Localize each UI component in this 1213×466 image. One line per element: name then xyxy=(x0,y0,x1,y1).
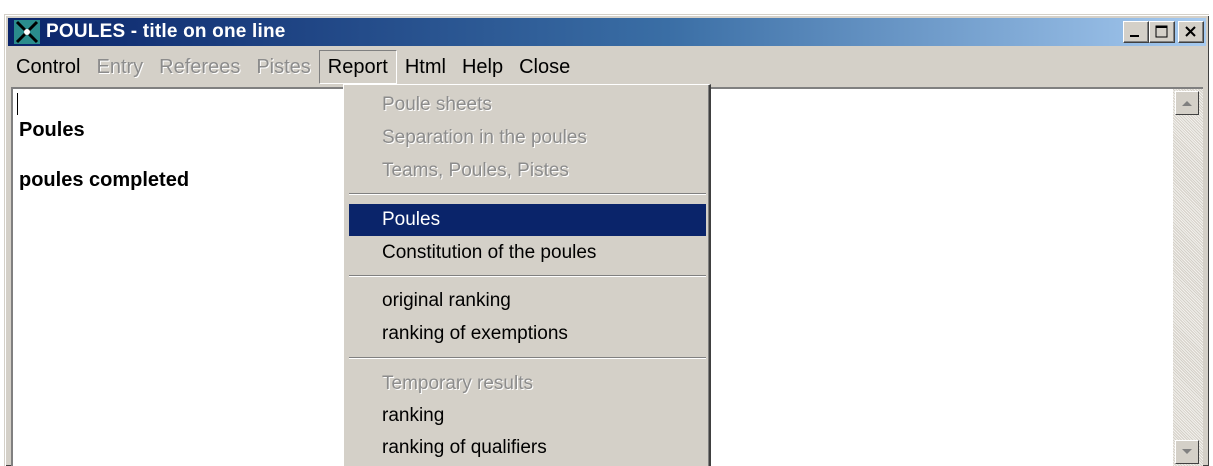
title-bar[interactable]: POULES - title on one line xyxy=(8,18,1206,46)
window-title: POULES - title on one line xyxy=(46,21,286,42)
menu-bar: Control Entry Referees Pistes Report Htm… xyxy=(8,49,1206,85)
menu-item-teams-poules-pistes[interactable]: Teams, Poules, Pistes xyxy=(349,155,706,187)
menu-separator xyxy=(349,275,706,277)
maximize-button[interactable] xyxy=(1149,21,1175,43)
menu-item-temporary-results[interactable]: Temporary results xyxy=(349,368,706,400)
content-heading: Poules xyxy=(19,119,85,141)
menu-item-separation-in-the-poules[interactable]: Separation in the poules xyxy=(349,122,706,154)
menu-separator xyxy=(349,357,706,359)
caption-buttons xyxy=(1123,21,1204,43)
text-cursor xyxy=(17,93,18,115)
report-dropdown-menu: Poule sheets Separation in the poules Te… xyxy=(343,84,711,466)
menu-item-ranking-of-exemptions[interactable]: ranking of exemptions xyxy=(349,318,706,350)
menu-close[interactable]: Close xyxy=(511,51,578,83)
menu-item-constitution-of-the-poules[interactable]: Constitution of the poules xyxy=(349,237,706,269)
menu-report[interactable]: Report xyxy=(318,50,397,84)
menu-entry[interactable]: Entry xyxy=(88,51,151,83)
menu-separator xyxy=(349,193,706,195)
menu-pistes[interactable]: Pistes xyxy=(248,51,318,83)
minimize-button[interactable] xyxy=(1123,21,1149,43)
menu-help[interactable]: Help xyxy=(454,51,511,83)
close-button[interactable] xyxy=(1178,21,1204,43)
maximize-icon xyxy=(1155,25,1168,38)
menu-item-ranking[interactable]: ranking xyxy=(349,400,706,432)
scroll-down-button[interactable] xyxy=(1175,440,1199,464)
vertical-scrollbar[interactable] xyxy=(1173,89,1203,466)
menu-referees[interactable]: Referees xyxy=(151,51,248,83)
minimize-icon xyxy=(1130,35,1139,37)
menu-html[interactable]: Html xyxy=(397,51,454,83)
close-icon xyxy=(1185,26,1196,37)
arrow-down-icon xyxy=(1182,449,1192,454)
content-status: poules completed xyxy=(19,169,190,191)
menu-item-ranking-of-qualifiers[interactable]: ranking of qualifiers xyxy=(349,432,706,464)
fencing-icon[interactable] xyxy=(12,19,42,45)
scroll-up-button[interactable] xyxy=(1175,91,1199,115)
menu-control[interactable]: Control xyxy=(8,51,88,83)
menu-item-original-ranking[interactable]: original ranking xyxy=(349,285,706,317)
menu-item-poule-sheets[interactable]: Poule sheets xyxy=(349,89,706,121)
arrow-up-icon xyxy=(1182,101,1192,106)
menu-item-poules[interactable]: Poules xyxy=(349,204,706,236)
